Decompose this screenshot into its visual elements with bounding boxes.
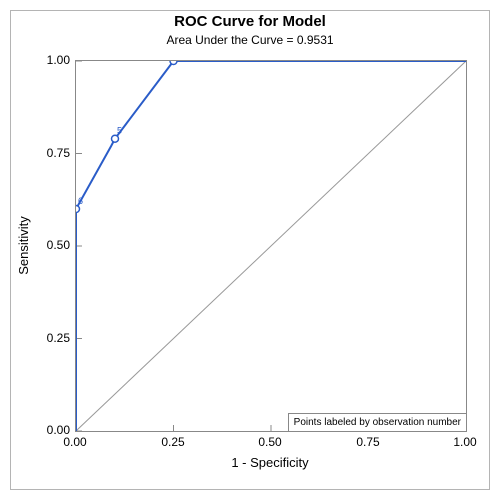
y-tick-3: 0.75: [35, 146, 70, 160]
roc-point: [76, 206, 80, 213]
y-axis-label: Sensitivity: [16, 216, 31, 275]
chart-subtitle: Area Under the Curve = 0.9531: [10, 33, 490, 47]
x-axis-label: 1 - Specificity: [75, 455, 465, 470]
y-tick-2: 0.50: [35, 238, 70, 252]
roc-point-label: 6: [78, 196, 83, 206]
reference-line: [76, 61, 466, 431]
y-tick-4: 1.00: [35, 53, 70, 67]
y-tick-1: 0.25: [35, 331, 70, 345]
x-tick-1: 0.25: [153, 435, 193, 449]
y-axis-label-container: Sensitivity: [14, 60, 32, 430]
roc-point-label: 5: [117, 126, 122, 136]
title-block: ROC Curve for Model Area Under the Curve…: [10, 14, 490, 47]
roc-point: [170, 61, 177, 65]
plot-area: 654 Points labeled by observation number: [75, 60, 467, 432]
roc-point: [112, 135, 119, 142]
plot-svg: 654: [76, 61, 466, 431]
x-tick-2: 0.50: [250, 435, 290, 449]
x-tick-0: 0.00: [55, 435, 95, 449]
chart-title: ROC Curve for Model: [10, 14, 490, 31]
annotation-note: Points labeled by observation number: [288, 413, 466, 431]
x-tick-3: 0.75: [348, 435, 388, 449]
x-tick-4: 1.00: [445, 435, 485, 449]
